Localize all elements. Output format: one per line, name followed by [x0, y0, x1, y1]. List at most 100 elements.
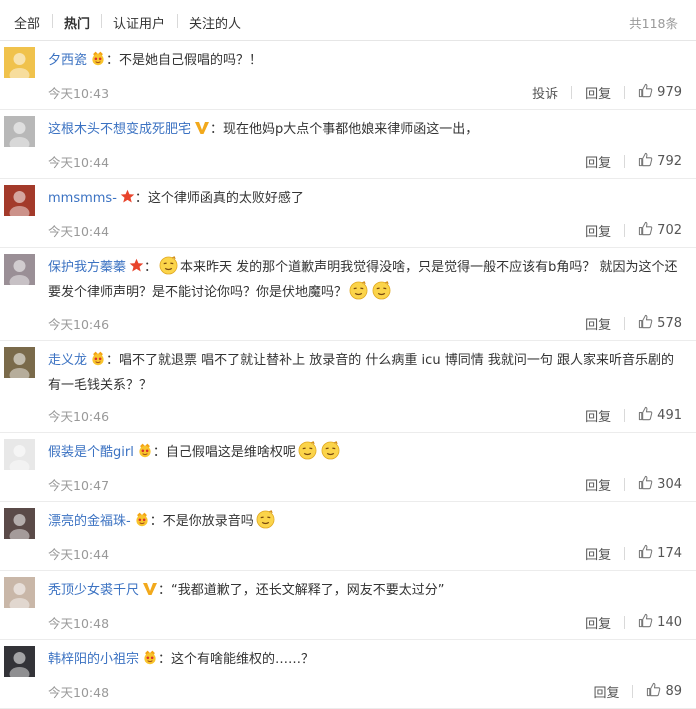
comment-username[interactable]: 夕西瓷: [48, 53, 87, 68]
colon: ：: [106, 353, 120, 368]
like-button[interactable]: 491: [638, 406, 682, 425]
comment-actions: 回复 578: [585, 314, 682, 333]
comment-username[interactable]: mmsmms-: [48, 191, 117, 206]
emoji-icon: [372, 281, 391, 300]
user-avatar[interactable]: [4, 577, 35, 608]
comment-username[interactable]: 保护我方蓁蓁: [48, 260, 126, 275]
comment-text: 不是你放录音吗: [162, 514, 254, 529]
comment-username[interactable]: 韩梓阳的小祖宗: [48, 652, 139, 667]
comment-text: 这个有啥能维权的……？: [171, 652, 315, 667]
like-button[interactable]: 979: [638, 83, 682, 102]
user-avatar[interactable]: [4, 508, 35, 539]
like-count: 491: [657, 408, 682, 423]
tab-following[interactable]: 关注的人: [189, 13, 241, 32]
comment-body: 漂亮的金福珠- ：不是你放录音吗: [48, 510, 684, 535]
like-count: 792: [657, 154, 682, 169]
thumbs-up-icon: [638, 544, 657, 563]
user-avatar[interactable]: [4, 646, 35, 677]
reply-button[interactable]: 回复: [585, 613, 611, 632]
emoji-icon: [159, 256, 178, 275]
comment-username[interactable]: 走义龙: [48, 353, 87, 368]
comment-item: mmsmms- ：这个律师函真的太败好感了 今天10:44 回复 702: [0, 179, 696, 248]
user-avatar[interactable]: [4, 254, 35, 285]
tab-divider: [52, 14, 53, 28]
comment-text: 自己假唱这是维啥权呢: [165, 445, 296, 460]
comment-text: “我都道歉了，还长文解释了，网友不要太过分”: [171, 583, 445, 598]
action-divider: [632, 685, 634, 698]
like-count: 174: [657, 546, 682, 561]
comment-text: 不是她自己假唱的吗？！: [119, 53, 263, 68]
verified-badge-icon: [194, 120, 210, 143]
like-count: 578: [657, 316, 682, 331]
tab-divider: [101, 14, 102, 28]
user-avatar[interactable]: [4, 47, 35, 78]
colon: ：: [106, 53, 120, 68]
tab-divider: [177, 14, 178, 28]
user-avatar[interactable]: [4, 347, 35, 378]
colon: ：: [210, 122, 224, 137]
like-button[interactable]: 174: [638, 544, 682, 563]
comment-item: 韩梓阳的小祖宗 ：这个有啥能维权的……？ 今天10:48 回复 89: [0, 640, 696, 709]
colon: ：: [134, 191, 148, 206]
emoji-icon: [298, 441, 317, 460]
like-button[interactable]: 304: [638, 475, 682, 494]
reply-button[interactable]: 回复: [585, 152, 611, 171]
comment-meta: 今天10:43 投诉 回复 979: [48, 83, 682, 102]
action-divider: [624, 547, 626, 560]
user-avatar[interactable]: [4, 439, 35, 470]
comment-username[interactable]: 漂亮的金福珠-: [48, 514, 131, 529]
like-button[interactable]: 140: [638, 613, 682, 632]
tab-all[interactable]: 全部: [14, 13, 40, 32]
comment-body: 保护我方蓁蓁：本来昨天 发的那个道歉声明我觉得没啥，只是觉得一般不应该有b角吗？…: [48, 256, 684, 304]
reply-button[interactable]: 回复: [585, 83, 611, 102]
user-avatar[interactable]: [4, 185, 35, 216]
like-count: 89: [665, 684, 682, 699]
action-divider: [624, 478, 626, 491]
member-star-icon: [129, 258, 144, 281]
member-crown-icon: [142, 649, 158, 673]
thumbs-up-icon: [638, 152, 657, 171]
comment-timestamp: 今天10:44: [48, 547, 110, 562]
comment-actions: 回复 89: [593, 682, 682, 701]
reply-button[interactable]: 回复: [585, 406, 611, 425]
reply-button[interactable]: 回复: [585, 475, 611, 494]
comment-list: 夕西瓷 ：不是她自己假唱的吗？！ 今天10:43 投诉 回复 979 这根木头不想变成死肥宅…: [0, 41, 696, 709]
action-divider: [624, 86, 626, 99]
thumbs-up-icon: [646, 682, 665, 701]
action-divider: [624, 616, 626, 629]
like-button[interactable]: 792: [638, 152, 682, 171]
verified-badge-icon: [142, 581, 158, 604]
comment-username[interactable]: 这根木头不想变成死肥宅: [48, 122, 191, 137]
thumbs-up-icon: [638, 475, 657, 494]
comment-count: 共118条: [629, 16, 678, 31]
comment-username[interactable]: 假装是个酷girl: [48, 445, 134, 460]
thumbs-up-icon: [638, 314, 657, 333]
comment-actions: 回复 174: [585, 544, 682, 563]
comment-meta: 今天10:44 回复 792: [48, 152, 682, 171]
like-button[interactable]: 702: [638, 221, 682, 240]
colon: ：: [152, 445, 166, 460]
like-button[interactable]: 578: [638, 314, 682, 333]
comment-body: mmsmms- ：这个律师函真的太败好感了: [48, 187, 684, 212]
tab-hot[interactable]: 热门: [64, 13, 90, 32]
like-button[interactable]: 89: [646, 682, 682, 701]
member-crown-icon: [90, 50, 106, 74]
comment-timestamp: 今天10:46: [48, 317, 110, 332]
comment-item: 秃顶少女裘千尺 ：“我都道歉了，还长文解释了，网友不要太过分” 今天10:48 回复 1…: [0, 571, 696, 640]
comment-meta: 今天10:46 回复 491: [48, 406, 682, 425]
comment-actions: 回复 792: [585, 152, 682, 171]
comment-username[interactable]: 秃顶少女裘千尺: [48, 583, 139, 598]
comment-item: 走义龙 ：唱不了就退票 唱不了就让替补上 放录音的 什么病重 icu 博同情 我就…: [0, 341, 696, 433]
report-button[interactable]: 投诉: [532, 83, 558, 102]
user-avatar[interactable]: [4, 116, 35, 147]
reply-button[interactable]: 回复: [585, 221, 611, 240]
thumbs-up-icon: [638, 613, 657, 632]
tab-verified-users[interactable]: 认证用户: [113, 13, 165, 32]
reply-button[interactable]: 回复: [585, 544, 611, 563]
comment-body: 夕西瓷 ：不是她自己假唱的吗？！: [48, 49, 684, 74]
reply-button[interactable]: 回复: [593, 682, 619, 701]
comment-timestamp: 今天10:44: [48, 224, 110, 239]
comment-actions: 回复 304: [585, 475, 682, 494]
colon: ：: [158, 583, 172, 598]
reply-button[interactable]: 回复: [585, 314, 611, 333]
